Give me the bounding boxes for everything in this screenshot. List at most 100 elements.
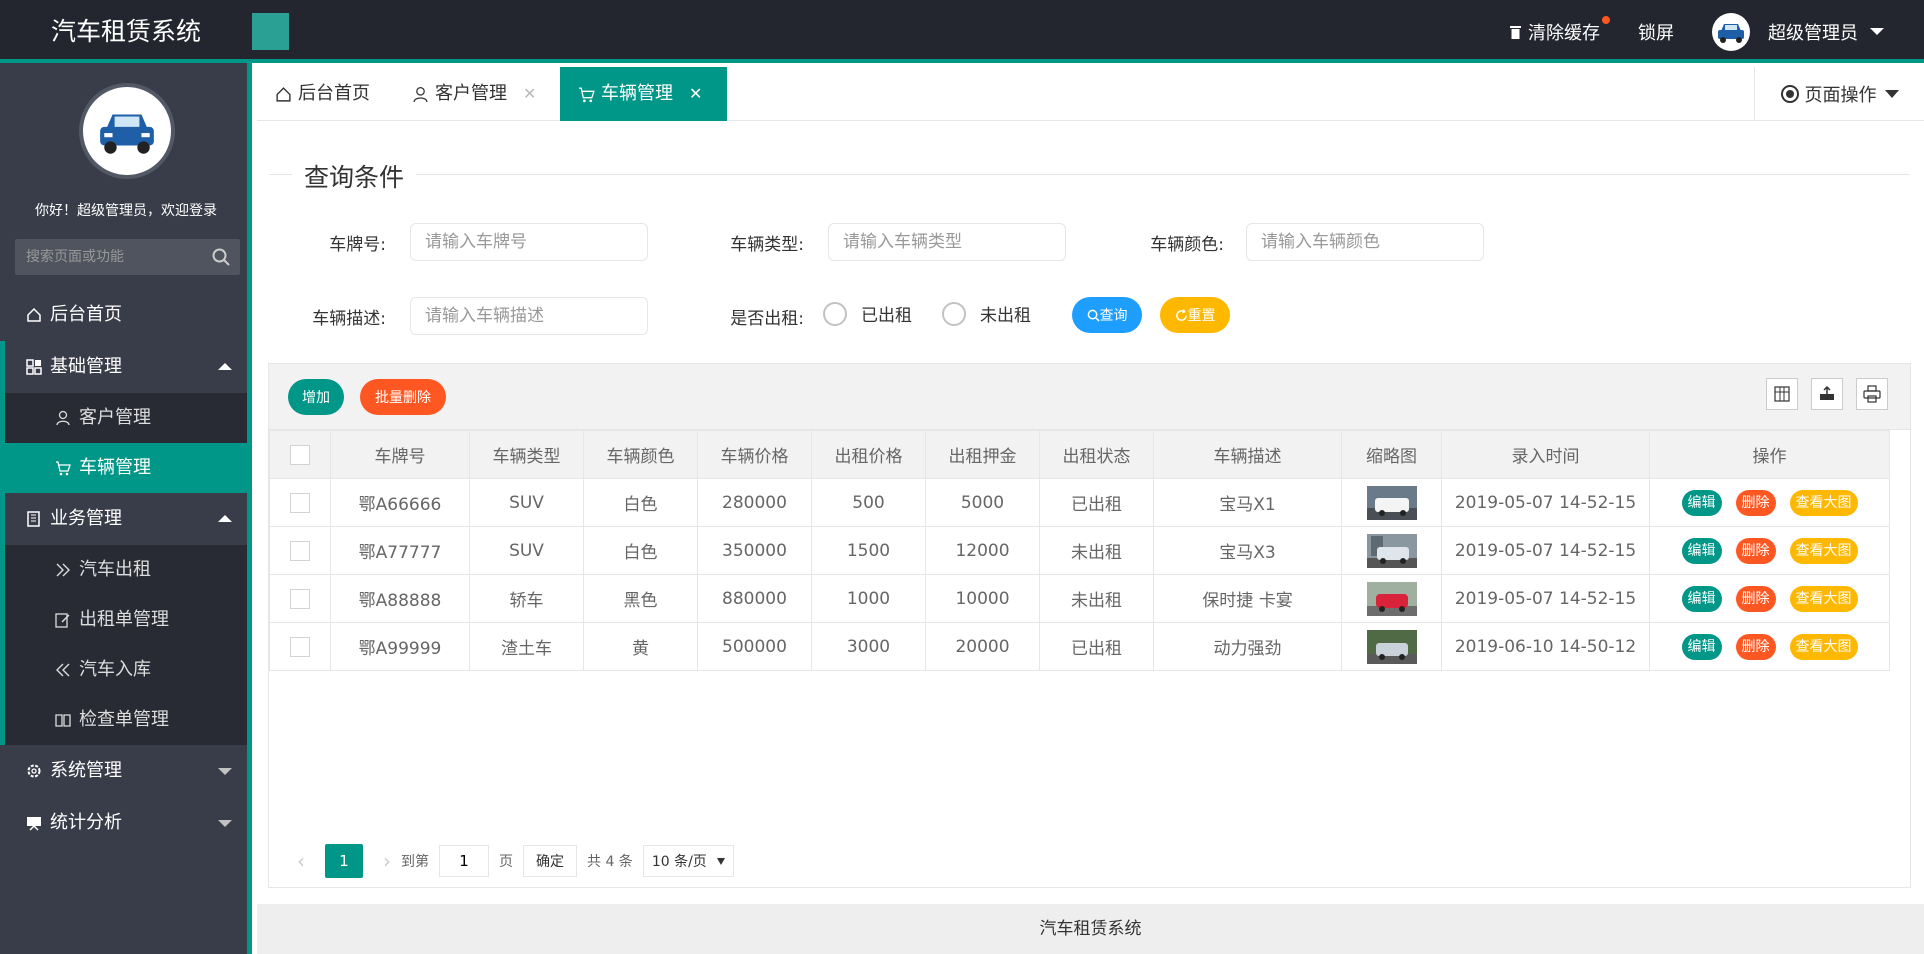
- chevron-right-icon[interactable]: ›: [383, 849, 391, 873]
- sidebar-item-rental-orders[interactable]: 出租单管理: [0, 595, 247, 645]
- color-input[interactable]: [1246, 223, 1484, 261]
- sidebar-search-input[interactable]: [15, 239, 205, 275]
- page-operations-menu[interactable]: 页面操作: [1754, 67, 1924, 121]
- rented-label: 是否出租:: [730, 309, 804, 329]
- rent-cell: 500: [811, 478, 926, 527]
- tab-home[interactable]: 后台首页: [275, 67, 370, 121]
- row-checkbox[interactable]: [290, 636, 310, 657]
- car-thumbnail[interactable]: [1366, 485, 1417, 520]
- chevron-left-icon[interactable]: ‹: [297, 849, 305, 873]
- sidebar-item-vehicles[interactable]: 车辆管理: [0, 443, 247, 493]
- reset-button[interactable]: 重置: [1160, 297, 1230, 333]
- type-label: 车辆类型:: [730, 235, 804, 255]
- column-header[interactable]: 车牌号: [330, 430, 470, 479]
- sidebar-item-stats[interactable]: 统计分析: [0, 797, 247, 849]
- car-icon: [1718, 23, 1744, 43]
- vehicles-table: 车牌号 车辆类型 车辆颜色 车辆价格 出租价格 出租押金 出租状态 车辆描述 缩…: [269, 430, 1890, 671]
- view-image-button[interactable]: 查看大图: [1789, 489, 1858, 516]
- print-button[interactable]: [1856, 378, 1888, 410]
- edit-button[interactable]: 编辑: [1681, 633, 1722, 660]
- delete-button[interactable]: 删除: [1735, 585, 1776, 612]
- actions-cell: 编辑 删除 查看大图: [1649, 526, 1890, 575]
- column-header[interactable]: 缩略图: [1341, 430, 1442, 479]
- sidebar-search: [15, 239, 240, 275]
- car-thumbnail[interactable]: [1366, 581, 1417, 616]
- sidebar-item-business[interactable]: 业务管理: [0, 493, 247, 545]
- color-cell: 白色: [583, 526, 698, 575]
- column-header[interactable]: 录入时间: [1441, 430, 1650, 479]
- search-button[interactable]: 查询: [1072, 297, 1142, 333]
- lock-screen-button[interactable]: 锁屏: [1638, 19, 1674, 45]
- tab-customers[interactable]: 客户管理 ✕: [412, 67, 536, 121]
- delete-button[interactable]: 删除: [1735, 633, 1776, 660]
- current-page[interactable]: 1: [325, 844, 363, 878]
- edit-button[interactable]: 编辑: [1681, 489, 1722, 516]
- sidebar-toggle-button[interactable]: [252, 13, 289, 50]
- desc-input[interactable]: [410, 297, 648, 335]
- row-checkbox[interactable]: [290, 492, 310, 513]
- view-image-button[interactable]: 查看大图: [1789, 585, 1858, 612]
- radio-rented[interactable]: 已出租: [823, 301, 912, 326]
- column-header[interactable]: 车辆描述: [1153, 430, 1342, 479]
- tab-vehicles[interactable]: 车辆管理 ✕: [560, 67, 727, 121]
- select-all-cell: [269, 430, 331, 479]
- edit-button[interactable]: 编辑: [1681, 585, 1722, 612]
- column-header[interactable]: 出租押金: [925, 430, 1040, 479]
- plate-label: 车牌号:: [329, 235, 386, 255]
- user-menu[interactable]: 超级管理员: [1712, 12, 1884, 51]
- edit-icon: [55, 612, 73, 628]
- radio-not-rented[interactable]: 未出租: [942, 301, 1031, 326]
- sidebar-item-label: 基础管理: [50, 356, 122, 377]
- columns-filter-button[interactable]: [1766, 378, 1798, 410]
- chart-icon: [26, 815, 44, 831]
- delete-button[interactable]: 删除: [1735, 537, 1776, 564]
- column-header[interactable]: 车辆类型: [469, 430, 584, 479]
- column-header[interactable]: 车辆价格: [697, 430, 812, 479]
- column-header[interactable]: 操作: [1649, 430, 1890, 479]
- close-icon[interactable]: ✕: [523, 67, 536, 121]
- column-header[interactable]: 车辆颜色: [583, 430, 698, 479]
- actions-cell: 编辑 删除 查看大图: [1649, 622, 1890, 671]
- column-header[interactable]: 出租价格: [811, 430, 926, 479]
- select-all-checkbox[interactable]: [290, 444, 310, 465]
- edit-button[interactable]: 编辑: [1681, 537, 1722, 564]
- row-checkbox[interactable]: [290, 540, 310, 561]
- batch-delete-button[interactable]: 批量删除: [360, 379, 446, 415]
- deposit-cell: 20000: [925, 622, 1040, 671]
- confirm-page-button[interactable]: 确定: [523, 845, 577, 877]
- sidebar-item-basic[interactable]: 基础管理: [0, 341, 247, 393]
- add-button[interactable]: 增加: [288, 379, 344, 415]
- search-icon[interactable]: [212, 248, 230, 266]
- type-input[interactable]: [828, 223, 1066, 261]
- car-thumbnail[interactable]: [1366, 533, 1417, 568]
- page-jump-input[interactable]: [439, 845, 489, 877]
- chevron-down-icon: [218, 768, 232, 775]
- time-cell: 2019-05-07 14-52-15: [1441, 526, 1650, 575]
- plate-input[interactable]: [410, 223, 648, 261]
- row-checkbox[interactable]: [290, 588, 310, 609]
- sidebar-item-car-rental[interactable]: 汽车出租: [0, 545, 247, 595]
- close-icon[interactable]: ✕: [689, 67, 702, 121]
- sidebar-item-home[interactable]: 后台首页: [0, 289, 247, 341]
- export-button[interactable]: [1811, 378, 1843, 410]
- sidebar-item-system[interactable]: 系统管理: [0, 745, 247, 797]
- thumbnail-cell: [1341, 574, 1442, 623]
- plate-cell: 鄂A99999: [330, 622, 470, 671]
- color-cell: 黑色: [583, 574, 698, 623]
- view-image-button[interactable]: 查看大图: [1789, 633, 1858, 660]
- table-row: 鄂A77777 SUV 白色 350000 1500 12000 未出租 宝马X…: [269, 526, 1890, 575]
- time-cell: 2019-06-10 14-50-12: [1441, 622, 1650, 671]
- sidebar-item-car-return[interactable]: 汽车入库: [0, 645, 247, 695]
- row-select-cell: [269, 622, 331, 671]
- column-header[interactable]: 出租状态: [1039, 430, 1154, 479]
- sidebar-item-customers[interactable]: 客户管理: [0, 393, 247, 443]
- page-size-select[interactable]: 10 条/页: [642, 845, 734, 877]
- view-image-button[interactable]: 查看大图: [1789, 537, 1858, 564]
- sidebar-item-inspections[interactable]: 检查单管理: [0, 695, 247, 745]
- chevron-up-icon: [218, 363, 232, 370]
- chevron-down-icon: [716, 857, 725, 865]
- car-thumbnail[interactable]: [1366, 629, 1417, 664]
- delete-button[interactable]: 删除: [1735, 489, 1776, 516]
- columns-icon: [1774, 386, 1790, 402]
- clear-cache-button[interactable]: 清除缓存: [1509, 15, 1610, 45]
